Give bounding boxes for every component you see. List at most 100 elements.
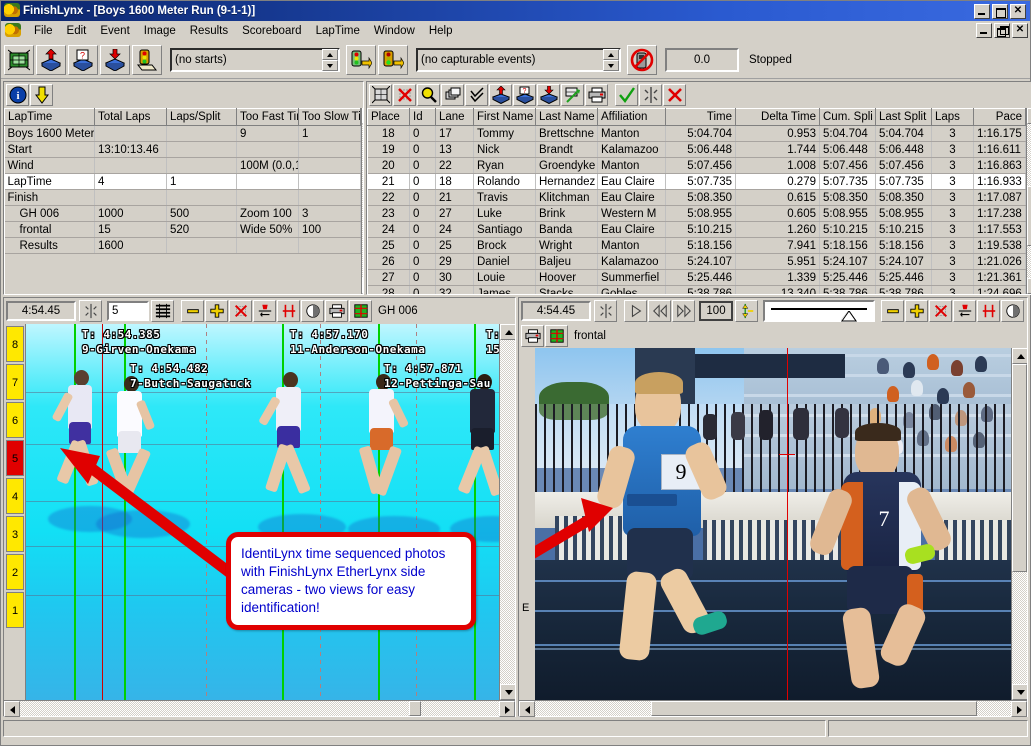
laptime-cell[interactable]: [166, 125, 237, 142]
results-cell-lane[interactable]: 21: [435, 189, 474, 206]
results-cell-affil[interactable]: Kalamazoo: [597, 141, 666, 158]
results-cell-affil[interactable]: Eau Claire: [597, 189, 666, 206]
save-down-icon[interactable]: [100, 44, 130, 75]
flip-image-icon[interactable]: [253, 300, 276, 322]
laptime-cell[interactable]: 1: [298, 125, 361, 142]
zoom-out-icon[interactable]: [881, 300, 904, 322]
results-cell-affil[interactable]: Gobles: [597, 285, 666, 294]
results-cell-time[interactable]: 5:10.215: [665, 221, 736, 238]
results-cell-last-split[interactable]: 5:08.955: [875, 205, 932, 222]
results-cell-last[interactable]: Stacks: [535, 285, 598, 294]
photofinish-scroll-track[interactable]: [500, 340, 515, 684]
lane-marker-1[interactable]: 1: [6, 592, 24, 628]
results-cell-last-split[interactable]: 5:08.350: [875, 189, 932, 206]
layers-icon[interactable]: [441, 84, 464, 106]
results-cell-last-split[interactable]: 5:07.735: [875, 173, 932, 190]
contrast-icon[interactable]: [301, 300, 324, 322]
laptime-cell[interactable]: Finish: [4, 189, 95, 206]
laptime-cell[interactable]: [166, 189, 237, 206]
laptime-col-4[interactable]: Too Slow Tim: [298, 108, 361, 126]
lane-marker-4[interactable]: 4: [6, 478, 24, 514]
results-cell-place[interactable]: 18: [367, 125, 410, 142]
contrast-icon[interactable]: [1001, 300, 1024, 322]
results-cell-laps[interactable]: 3: [931, 237, 974, 254]
results-cell-first[interactable]: James: [473, 285, 536, 294]
results-cell-laps[interactable]: 3: [931, 269, 974, 286]
menu-results[interactable]: Results: [183, 23, 235, 39]
results-cell-delta[interactable]: 1.260: [735, 221, 820, 238]
results-cell-cum[interactable]: 5:38.786: [819, 285, 876, 294]
scroll-right-icon[interactable]: [1011, 701, 1027, 717]
capture-go-icon[interactable]: [378, 44, 408, 75]
fast-forward-icon[interactable]: [672, 300, 695, 322]
scroll-down-icon[interactable]: [1027, 278, 1031, 294]
results-cell-cum[interactable]: 5:10.215: [819, 221, 876, 238]
delete-grid-icon[interactable]: [393, 84, 416, 106]
results-cell-last[interactable]: Klitchman: [535, 189, 598, 206]
results-col-cum-split[interactable]: Cum. Spli: [819, 108, 876, 126]
scroll-up-icon[interactable]: [1027, 108, 1031, 124]
results-col-lane[interactable]: Lane: [435, 108, 474, 126]
results-cell-id[interactable]: 0: [409, 157, 436, 174]
results-cell-time[interactable]: 5:08.955: [665, 205, 736, 222]
results-cell-first[interactable]: Nick: [473, 141, 536, 158]
print-image-icon[interactable]: [325, 300, 348, 322]
align-lanes-icon[interactable]: [277, 300, 300, 322]
crosshair-icon[interactable]: [79, 300, 102, 322]
results-cell-delta[interactable]: 13.340: [735, 285, 820, 294]
results-cell-first[interactable]: Louie: [473, 269, 536, 286]
results-cell-lane[interactable]: 22: [435, 157, 474, 174]
play-icon[interactable]: [624, 300, 647, 322]
laptime-cell[interactable]: 1600: [94, 237, 167, 254]
laptime-cell[interactable]: 100M (0.0,10.0): [236, 157, 299, 174]
frame-slider-handle[interactable]: [840, 311, 857, 322]
results-cell-pace[interactable]: 1:24.696: [973, 285, 1026, 294]
results-cell-last[interactable]: Baljeu: [535, 253, 598, 270]
marker-icon[interactable]: [735, 300, 758, 322]
results-cell-pace[interactable]: 1:21.361: [973, 269, 1026, 286]
frontal-scroll-thumb[interactable]: [1012, 364, 1027, 572]
results-cell-last[interactable]: Hernandez: [535, 173, 598, 190]
results-cell-time[interactable]: 5:25.446: [665, 269, 736, 286]
results-cell-lane[interactable]: 17: [435, 125, 474, 142]
results-cell-first[interactable]: Ryan: [473, 157, 536, 174]
results-cell-cum[interactable]: 5:04.704: [819, 125, 876, 142]
results-cell-affil[interactable]: Kalamazoo: [597, 253, 666, 270]
results-cell-last[interactable]: Groendyke: [535, 157, 598, 174]
laptime-cell[interactable]: Wind: [4, 157, 95, 174]
results-cell-place[interactable]: 25: [367, 237, 410, 254]
table-row[interactable]: Finish: [4, 189, 361, 206]
laptime-cell[interactable]: [166, 157, 237, 174]
results-cell-last-split[interactable]: 5:24.107: [875, 253, 932, 270]
laptime-cell[interactable]: Zoom 100: [236, 205, 299, 222]
frontal-hscroll-track[interactable]: [535, 701, 1011, 716]
results-cell-last-split[interactable]: 5:38.786: [875, 285, 932, 294]
results-cell-first[interactable]: Tommy: [473, 125, 536, 142]
laptime-cell[interactable]: 500: [166, 205, 237, 222]
results-cell-affil[interactable]: Manton: [597, 125, 666, 142]
grid-overlay-icon[interactable]: [349, 300, 372, 322]
table-row[interactable]: 28 0 32 James Stacks Gobles 5:38.786 13.340 5:38…: [367, 285, 1026, 294]
starts-combo[interactable]: (no starts): [170, 47, 340, 72]
table-row[interactable]: 25 0 25 Brock Wright Manton 5:18.156 7.941 5:18.…: [367, 237, 1026, 254]
table-row[interactable]: Results 1600: [4, 237, 361, 254]
results-cell-place[interactable]: 19: [367, 141, 410, 158]
photofinish-hscroll-thumb[interactable]: [409, 701, 421, 716]
results-cell-time[interactable]: 5:07.735: [665, 173, 736, 190]
results-cell-affil[interactable]: Eau Claire: [597, 221, 666, 238]
laptime-scroll-track[interactable]: [362, 124, 363, 278]
align-lanes-icon[interactable]: [977, 300, 1000, 322]
laptime-cell[interactable]: Wide 50%: [236, 221, 299, 238]
results-cell-time[interactable]: 5:06.448: [665, 141, 736, 158]
table-row[interactable]: 19 0 13 Nick Brandt Kalamazoo 5:06.448 1.744 5:0…: [367, 141, 1026, 158]
results-cell-last[interactable]: Brink: [535, 205, 598, 222]
results-cell-lane[interactable]: 29: [435, 253, 474, 270]
results-cell-laps[interactable]: 3: [931, 125, 974, 142]
laptime-cell[interactable]: 15: [94, 221, 167, 238]
laptime-cell[interactable]: [298, 237, 361, 254]
results-cell-pace[interactable]: 1:17.087: [973, 189, 1026, 206]
results-cell-delta[interactable]: 0.615: [735, 189, 820, 206]
results-cell-time[interactable]: 5:38.786: [665, 285, 736, 294]
laptime-cell[interactable]: [298, 157, 361, 174]
table-row[interactable]: 22 0 21 Travis Klitchman Eau Claire 5:08.350 0.…: [367, 189, 1026, 206]
